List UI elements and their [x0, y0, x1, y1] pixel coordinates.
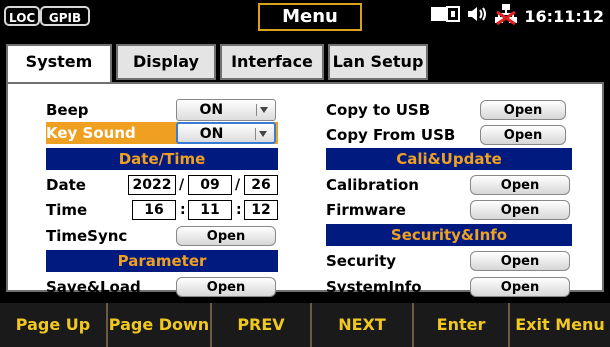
date-label: Date [46, 176, 86, 194]
date-year-field[interactable]: 2022 [128, 175, 176, 195]
enter-softkey[interactable]: Enter [412, 303, 508, 347]
chevron-down-icon [256, 104, 269, 116]
beep-dropdown[interactable]: ON [176, 99, 276, 121]
menu-title: Menu [258, 3, 362, 31]
saveload-label: Save&Load [46, 278, 141, 296]
tab-interface[interactable]: Interface [220, 44, 324, 80]
key-sound-label: Key Sound [46, 124, 136, 142]
timesync-label: TimeSync [46, 227, 128, 245]
loc-badge: LOC [4, 6, 40, 26]
calibration-open-button[interactable]: Open [470, 175, 570, 195]
next-softkey[interactable]: NEXT [310, 303, 412, 347]
status-icons: 16:11:12 [430, 4, 604, 28]
display-icon [430, 5, 461, 27]
key-sound-dropdown[interactable]: ON [176, 122, 276, 144]
network-disconnected-icon [494, 3, 518, 29]
date-separator: / [235, 177, 241, 193]
time-hour-field[interactable]: 16 [132, 200, 176, 220]
security-open-button[interactable]: Open [470, 251, 570, 271]
time-separator: : [236, 202, 242, 218]
tab-display[interactable]: Display [116, 44, 216, 80]
datetime-header: Date/Time [46, 148, 278, 170]
chevron-down-icon [255, 128, 268, 140]
calibration-label: Calibration [326, 176, 419, 194]
date-month-field[interactable]: 09 [188, 175, 232, 195]
instrument-screen: LOC GPIB Menu 16:11:12 System Display In… [0, 0, 610, 347]
systeminfo-label: SystemInfo [326, 278, 422, 296]
clock: 16:11:12 [524, 6, 604, 26]
systeminfo-open-button[interactable]: Open [470, 277, 570, 297]
softkey-bar: Page Up Page Down PREV NEXT Enter Exit M… [0, 303, 610, 347]
parameter-header: Parameter [46, 250, 278, 272]
copy-to-usb-open-button[interactable]: Open [480, 100, 566, 120]
time-label: Time [46, 201, 88, 219]
firmware-label: Firmware [326, 201, 406, 219]
system-panel: Beep ON Key Sound ON Date/Time Date 2022… [6, 82, 604, 297]
tab-lan-setup[interactable]: Lan Setup [328, 44, 428, 80]
beep-value: ON [199, 102, 224, 118]
security-label: Security [326, 252, 397, 270]
key-sound-value: ON [199, 126, 224, 142]
timesync-open-button[interactable]: Open [176, 226, 276, 246]
firmware-open-button[interactable]: Open [470, 200, 570, 220]
exit-menu-softkey[interactable]: Exit Menu [508, 303, 610, 347]
copy-from-usb-label: Copy From USB [326, 126, 456, 144]
time-separator: : [180, 202, 186, 218]
cali-update-header: Cali&Update [326, 148, 572, 170]
status-bar: LOC GPIB Menu 16:11:12 [0, 0, 610, 32]
page-down-softkey[interactable]: Page Down [106, 303, 210, 347]
gpib-badge: GPIB [40, 6, 90, 26]
date-day-field[interactable]: 26 [244, 175, 278, 195]
time-second-field[interactable]: 12 [244, 200, 278, 220]
copy-to-usb-label: Copy to USB [326, 101, 431, 119]
prev-softkey[interactable]: PREV [210, 303, 310, 347]
date-separator: / [179, 177, 185, 193]
speaker-icon [466, 5, 488, 27]
security-info-header: Security&Info [326, 224, 572, 246]
time-minute-field[interactable]: 11 [188, 200, 232, 220]
saveload-open-button[interactable]: Open [176, 277, 276, 297]
beep-label: Beep [46, 101, 89, 119]
copy-from-usb-open-button[interactable]: Open [480, 125, 566, 145]
page-up-softkey[interactable]: Page Up [0, 303, 106, 347]
